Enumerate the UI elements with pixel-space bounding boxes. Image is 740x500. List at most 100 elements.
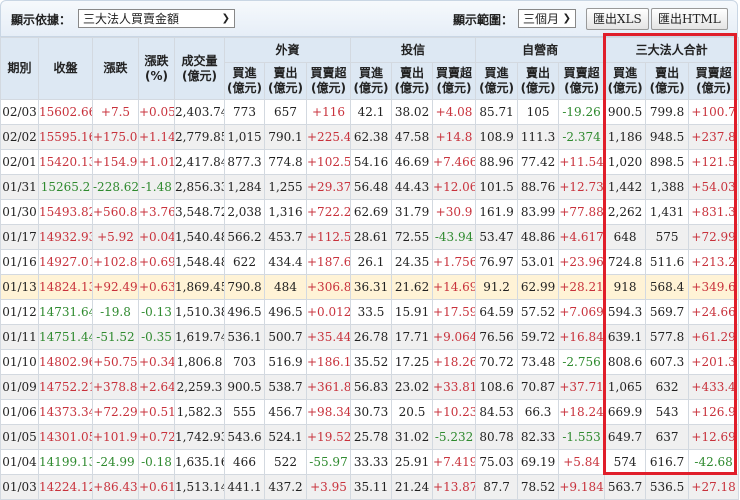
- cell-total-buy: 669.9: [604, 399, 647, 425]
- cell-foreign-buy: 900.5: [224, 374, 265, 400]
- cell-dealer-net: +9.184: [558, 474, 606, 500]
- cell-dealer-buy: 88.96: [475, 149, 519, 175]
- cell-close: 14301.05: [38, 424, 93, 450]
- cell-foreign-sell: 456.7: [264, 399, 307, 425]
- cell-dealer-sell: 57.52: [517, 299, 560, 325]
- cell-foreign-net: +19.52: [305, 424, 352, 450]
- cell-total-net: -42.68: [688, 449, 740, 475]
- cell-trust-sell: 17.25: [391, 349, 434, 375]
- export-html-button[interactable]: 匯出HTML: [651, 8, 728, 30]
- cell-total-buy: 808.6: [604, 349, 647, 375]
- cell-dealer-net: -2.374: [558, 124, 606, 150]
- range-select-value: 三個月: [523, 12, 560, 26]
- cell-total-buy: 563.7: [604, 474, 647, 500]
- cell-foreign-net: +361.8: [305, 374, 352, 400]
- cell-change: +50.75: [92, 349, 139, 375]
- cell-change: +102.88: [92, 249, 139, 275]
- cell-trust-sell: 23.02: [391, 374, 434, 400]
- cell-dealer-sell: 77.42: [517, 149, 560, 175]
- cell-pct: +1.01: [138, 149, 175, 175]
- cell-trust-buy: 42.1: [350, 99, 393, 125]
- cell-foreign-net: +29.37: [305, 174, 352, 200]
- cell-trust-net: +10.23: [432, 399, 477, 425]
- range-select[interactable]: 三個月 ❯: [518, 9, 576, 28]
- cell-foreign-buy: 1,015: [224, 124, 265, 150]
- cell-total-buy: 649.7: [604, 424, 647, 450]
- chevron-down-icon: ❯: [221, 13, 230, 24]
- cell-change: +378.87: [92, 374, 139, 400]
- cell-total-sell: 898.5: [645, 149, 690, 175]
- cell-foreign-net: +98.34: [305, 399, 352, 425]
- cell-trust-buy: 56.83: [350, 374, 393, 400]
- export-xls-button[interactable]: 匯出XLS: [586, 8, 649, 30]
- cell-trust-net: +17.59: [432, 299, 477, 325]
- cell-total-net: +213.2: [688, 249, 740, 275]
- cell-pct: +0.63: [138, 274, 175, 300]
- cell-foreign-buy: 773: [224, 99, 265, 125]
- cell-close: 14802.96: [38, 349, 93, 375]
- cell-volume: 1,742.93: [174, 424, 225, 450]
- range-label: 顯示範圍：: [453, 13, 514, 27]
- header-dealer: 自營商: [475, 37, 606, 63]
- cell-change: -19.8: [92, 299, 139, 325]
- header-net: 買賣超 (億元): [432, 62, 477, 100]
- cell-trust-net: -5.232: [432, 424, 477, 450]
- header-buy: 買進 (億元): [604, 62, 647, 100]
- cell-close: 14373.34: [38, 399, 93, 425]
- cell-trust-buy: 35.11: [350, 474, 393, 500]
- cell-trust-sell: 31.02: [391, 424, 434, 450]
- cell-change: +86.43: [92, 474, 139, 500]
- cell-foreign-buy: 441.1: [224, 474, 265, 500]
- cell-close: 15602.66: [38, 99, 93, 125]
- cell-change: +72.29: [92, 399, 139, 425]
- cell-trust-sell: 31.79: [391, 199, 434, 225]
- cell-total-net: +27.18: [688, 474, 740, 500]
- table-row: 01/31 15265.2 -228.62 -1.48 2,856.33 1,284 1,2…: [0, 174, 740, 200]
- basis-select[interactable]: 三大法人買賣金額 ❯: [78, 9, 235, 28]
- cell-pct: +0.72: [138, 424, 175, 450]
- cell-foreign-sell: 500.7: [264, 324, 307, 350]
- cell-trust-net: +14.8: [432, 124, 477, 150]
- cell-total-buy: 1,020: [604, 149, 647, 175]
- cell-trust-sell: 24.35: [391, 249, 434, 275]
- table-row: 01/0914752.21+378.87+2.642,259.3900.5538…: [0, 374, 740, 400]
- cell-close: 14731.64: [38, 299, 93, 325]
- cell-foreign-sell: 437.2: [264, 474, 307, 500]
- cell-dealer-sell: 73.48: [517, 349, 560, 375]
- table-row: 01/1614927.01+102.88+0.691,548.48622434.…: [0, 249, 740, 275]
- cell-volume: 2,417.84: [174, 149, 225, 175]
- cell-total-buy: 594.3: [604, 299, 647, 325]
- cell-dealer-buy: 80.78: [475, 424, 519, 450]
- cell-dealer-sell: 53.01: [517, 249, 560, 275]
- cell-total-net: +237.8: [688, 124, 740, 150]
- cell-date: 01/31: [0, 174, 39, 200]
- cell-date: 02/02: [0, 124, 39, 150]
- cell-pct: +0.61: [138, 474, 175, 500]
- cell-total-sell: 543: [645, 399, 690, 425]
- cell-close: 14927.01: [38, 249, 93, 275]
- header-close: 收盤: [38, 37, 93, 100]
- cell-trust-net: +1.756: [432, 249, 477, 275]
- cell-pct: +0.34: [138, 349, 175, 375]
- cell-volume: 1,513.14: [174, 474, 225, 500]
- cell-foreign-sell: 522: [264, 449, 307, 475]
- cell-trust-net: -43.94: [432, 224, 477, 250]
- cell-total-net: +349.6: [688, 274, 740, 300]
- cell-dealer-buy: 85.71: [475, 99, 519, 125]
- cell-dealer-buy: 64.59: [475, 299, 519, 325]
- table-row: 01/17 14932.93 +5.92 +0.04 1,540.48 566.2 453.…: [0, 224, 740, 250]
- cell-trust-net: +12.06: [432, 174, 477, 200]
- cell-dealer-buy: 91.2: [475, 274, 519, 300]
- cell-total-sell: 1,431: [645, 199, 690, 225]
- cell-foreign-net: +102.5: [305, 149, 352, 175]
- header-buy: 買進 (億元): [224, 62, 265, 100]
- cell-change: +92.49: [92, 274, 139, 300]
- cell-total-sell: 637: [645, 424, 690, 450]
- cell-date: 01/11: [0, 324, 39, 350]
- header-net: 買賣超 (億元): [558, 62, 606, 100]
- table-row: 01/0514301.05+101.92+0.721,742.93543.652…: [0, 424, 740, 450]
- cell-dealer-sell: 66.3: [517, 399, 560, 425]
- cell-total-buy: 2,262: [604, 199, 647, 225]
- cell-total-sell: 575: [645, 224, 690, 250]
- cell-pct: +3.76: [138, 199, 175, 225]
